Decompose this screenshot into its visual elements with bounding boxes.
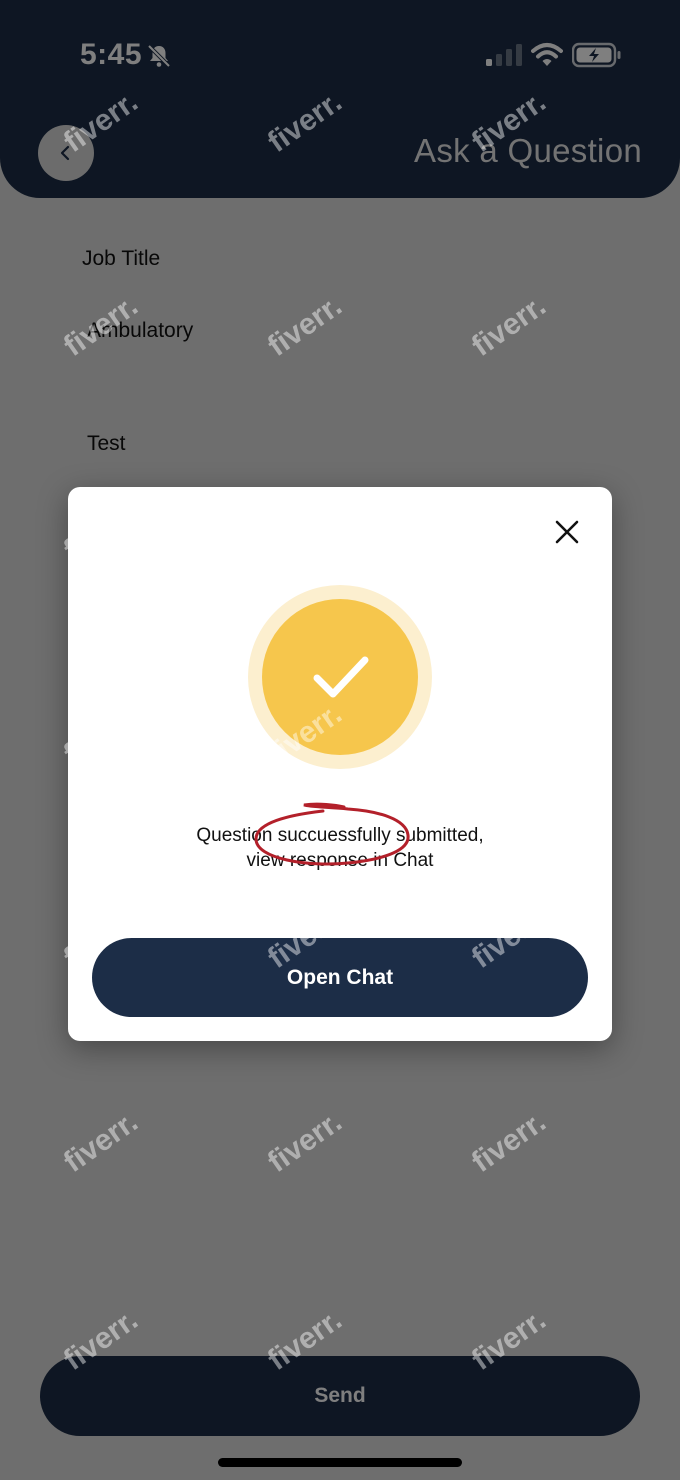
success-badge <box>262 599 418 755</box>
success-message: Question succuessfully submitted, view r… <box>108 823 572 873</box>
close-button[interactable] <box>552 517 582 547</box>
success-dialog: Question succuessfully submitted, view r… <box>68 487 612 1041</box>
success-message-line1: Question succuessfully submitted, <box>196 825 484 846</box>
open-chat-button[interactable]: Open Chat <box>92 938 588 1017</box>
close-icon <box>555 520 579 544</box>
home-indicator <box>218 1458 462 1467</box>
success-message-line2: view response in Chat <box>246 850 434 871</box>
check-icon <box>313 656 369 698</box>
